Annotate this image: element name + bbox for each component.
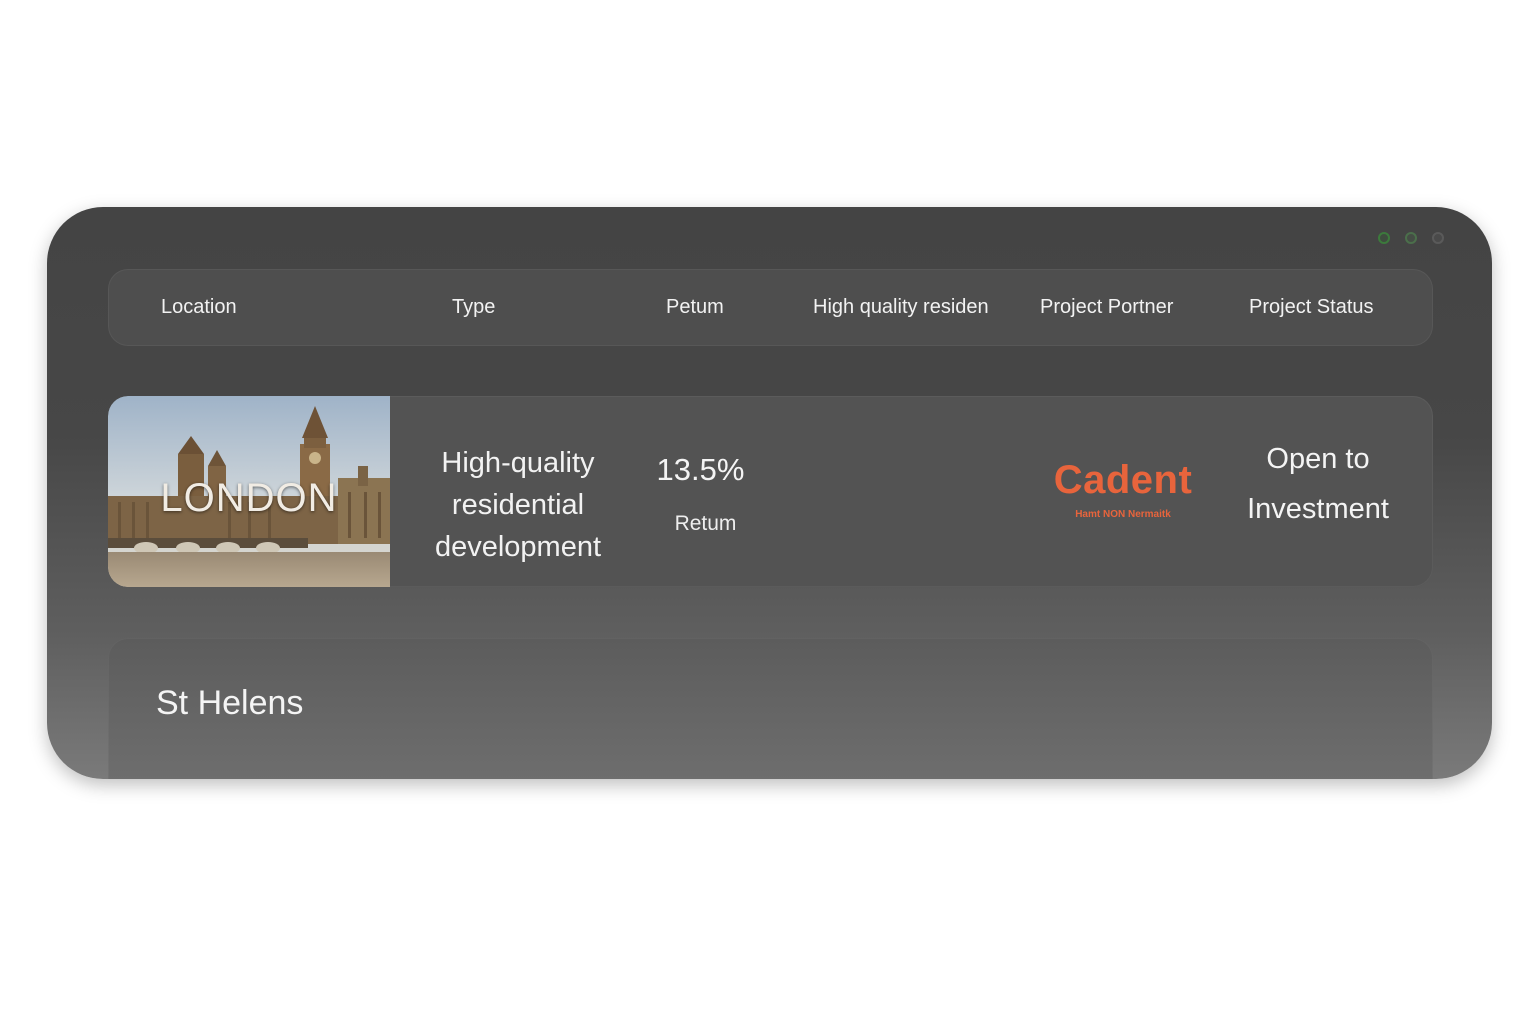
header-return[interactable]: Petum — [666, 269, 724, 346]
window-controls — [1378, 232, 1444, 244]
return-label: Retum — [674, 512, 737, 535]
header-type[interactable]: Type — [452, 269, 495, 346]
projects-panel: Location Type Petum High quality residen… — [47, 207, 1492, 779]
location-name: LONDON — [160, 476, 338, 520]
window-dot-1[interactable] — [1378, 232, 1390, 244]
partner-tagline: Hamt NON Nermaitk — [1075, 509, 1171, 520]
table-header: Location Type Petum High quality residen… — [108, 269, 1433, 346]
location-name: St Helens — [156, 684, 304, 722]
header-description[interactable]: High quality residen — [813, 269, 989, 346]
header-project-status[interactable]: Project Status — [1249, 269, 1374, 346]
partner-logo[interactable]: Cadent — [1043, 458, 1203, 503]
project-type: High-quality residential development — [434, 447, 602, 563]
location-image: LONDON — [108, 396, 390, 587]
window-dot-2[interactable] — [1405, 232, 1417, 244]
header-location[interactable]: Location — [161, 269, 237, 346]
header-project-partner[interactable]: Project Portner — [1040, 269, 1173, 346]
project-row-london[interactable]: LONDON High-quality residential developm… — [108, 396, 1433, 587]
window-dot-3[interactable] — [1432, 232, 1444, 244]
project-status: Open to Investment — [1247, 443, 1389, 525]
project-row-st-helens[interactable]: St Helens — [108, 638, 1433, 779]
return-value: 13.5% — [656, 452, 745, 487]
